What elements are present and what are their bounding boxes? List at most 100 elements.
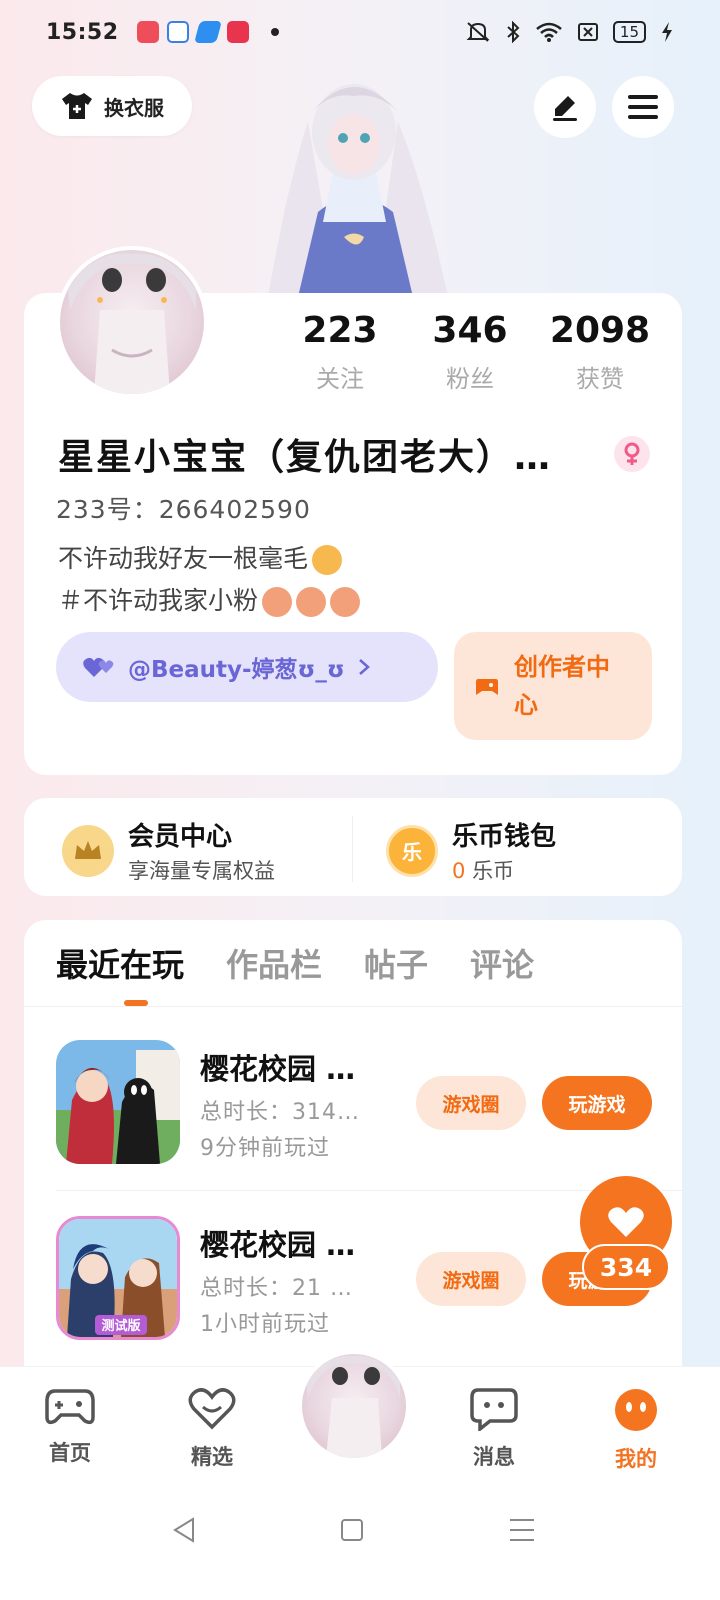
chevron-right-icon <box>358 659 370 675</box>
stat-fans[interactable]: 346 粉丝 <box>410 310 530 394</box>
divider <box>352 816 353 882</box>
angry-face-emoji-icon <box>312 545 343 575</box>
menu-button[interactable] <box>612 76 674 138</box>
content-tabs: 最近在玩 作品栏 帖子 评论 <box>56 940 534 986</box>
game-icon: 测试版 <box>56 1216 180 1340</box>
double-heart-icon <box>83 657 114 677</box>
more-notifications-dot <box>270 28 279 36</box>
membership-wallet-card: 会员中心 享海量专属权益 乐 乐币钱包 0 乐币 <box>24 798 682 896</box>
profile-avatar[interactable] <box>56 246 208 398</box>
list-item[interactable]: 樱花校园 … 总时长：314… 9分钟前玩过 游戏圈 玩游戏 <box>56 1040 656 1164</box>
cursing-face-emoji-icon <box>296 587 327 617</box>
stat-label: 粉丝 <box>446 365 494 393</box>
nav-label: 我的 <box>615 1447 657 1471</box>
no-sim-icon <box>577 23 598 41</box>
nav-label: 消息 <box>473 1445 515 1469</box>
recents-lines-icon <box>510 1519 534 1541</box>
tshirt-icon <box>62 93 92 119</box>
system-back-button[interactable] <box>154 1510 214 1550</box>
fan-tag-label: @Beauty-婷葱ʊ_ʊ <box>128 657 345 683</box>
member-center-subtitle: 享海量专属权益 <box>128 859 275 883</box>
cursing-face-emoji-icon <box>330 587 361 617</box>
wallet-balance: 0 乐币 <box>452 855 556 885</box>
coin-wallet-entry[interactable]: 乐 乐币钱包 0 乐币 <box>386 816 556 885</box>
stat-value: 346 <box>432 310 508 351</box>
nav-featured[interactable]: 精选 <box>162 1387 262 1471</box>
wallet-title: 乐币钱包 <box>452 822 557 852</box>
creator-center-button[interactable]: 创作者中心 <box>454 632 652 740</box>
bio-line: 不许动我好友一根毫毛 <box>58 544 309 573</box>
change-outfit-button[interactable]: 换衣服 <box>32 76 192 136</box>
back-triangle-icon <box>173 1517 194 1543</box>
heart-outline-icon <box>188 1388 236 1430</box>
profile-nickname: 星星小宝宝（复仇团老大）… <box>58 437 553 478</box>
system-home-button[interactable] <box>322 1510 382 1550</box>
divider <box>56 1190 682 1191</box>
status-system-icons: 15 <box>465 21 674 43</box>
member-center-entry[interactable]: 会员中心 享海量专属权益 <box>62 816 275 885</box>
wallet-amount: 0 <box>452 859 466 883</box>
paw-app-icon <box>166 21 189 43</box>
crown-icon <box>62 824 114 877</box>
game-title: 樱花校园 … <box>200 1052 356 1086</box>
nav-center-avatar[interactable] <box>298 1350 410 1462</box>
screen-record-icon <box>136 21 159 43</box>
stat-label: 获赞 <box>576 365 624 393</box>
hamburger-menu-icon <box>628 95 658 119</box>
stat-value: 2098 <box>549 310 651 351</box>
charging-icon <box>662 22 672 42</box>
stat-following[interactable]: 223 关注 <box>280 310 400 394</box>
heart-icon <box>608 1207 644 1237</box>
status-notification-icons <box>136 21 279 43</box>
game-circle-button[interactable]: 游戏圈 <box>416 1076 526 1130</box>
video-app-icon <box>226 21 249 43</box>
stat-value: 223 <box>302 310 378 351</box>
change-outfit-label: 换衣服 <box>104 95 164 120</box>
tab-comments[interactable]: 评论 <box>470 940 534 986</box>
edit-profile-button[interactable] <box>534 76 596 138</box>
bio-line: ＃不许动我家小粉 <box>58 586 259 615</box>
wallet-unit: 乐币 <box>472 859 515 883</box>
creator-center-label: 创作者中心 <box>514 653 610 719</box>
female-gender-icon <box>614 436 650 472</box>
profile-bio: 不许动我好友一根毫毛 ＃不许动我家小粉 <box>58 538 361 622</box>
feather-app-icon <box>193 21 222 43</box>
system-recents-button[interactable] <box>492 1510 552 1550</box>
coin-icon: 乐 <box>386 824 438 877</box>
cursing-face-emoji-icon <box>262 587 293 617</box>
tab-recently-played[interactable]: 最近在玩 <box>56 940 184 986</box>
member-center-title: 会员中心 <box>128 822 233 852</box>
nav-label: 首页 <box>49 1441 91 1465</box>
user-id[interactable]: 233号：266402590 <box>56 490 311 526</box>
stat-likes[interactable]: 2098 获赞 <box>540 310 660 394</box>
game-total-duration: 总时长：314… <box>200 1100 360 1125</box>
game-circle-button[interactable]: 游戏圈 <box>416 1252 526 1306</box>
stat-label: 关注 <box>316 365 364 393</box>
divider <box>24 1006 682 1007</box>
tab-posts[interactable]: 帖子 <box>364 940 428 986</box>
nav-home[interactable]: 首页 <box>20 1387 120 1467</box>
tab-works[interactable]: 作品栏 <box>226 940 322 986</box>
game-last-played: 9分钟前玩过 <box>200 1136 330 1161</box>
bluetooth-icon <box>507 21 520 43</box>
profile-stats: 223 关注 346 粉丝 2098 获赞 <box>280 310 660 394</box>
nav-messages[interactable]: 消息 <box>444 1387 544 1471</box>
battery-indicator: 15 <box>612 21 646 43</box>
nav-mine[interactable]: 我的 <box>586 1387 686 1473</box>
chat-icon <box>470 1388 518 1433</box>
game-total-duration: 总时长：21 … <box>200 1276 353 1301</box>
game-icon <box>56 1040 180 1164</box>
game-title: 樱花校园 … <box>200 1228 356 1262</box>
list-item[interactable]: 测试版 樱花校园 … 总时长：21 … 1小时前玩过 游戏圈 玩游戏 <box>56 1216 656 1340</box>
gamepad-icon <box>45 1389 95 1425</box>
fan-group-tag[interactable]: @Beauty-婷葱ʊ_ʊ <box>56 632 438 702</box>
game-last-played: 1小时前玩过 <box>200 1312 330 1337</box>
face-icon <box>615 1389 657 1431</box>
nav-label: 精选 <box>191 1445 233 1469</box>
system-navigation-bar <box>0 1476 720 1600</box>
avatar-3d-character[interactable] <box>248 62 460 297</box>
play-game-button[interactable]: 玩游戏 <box>542 1076 652 1130</box>
status-bar: 15:52 15 <box>0 0 720 64</box>
home-square-icon <box>341 1519 363 1541</box>
pen-icon <box>553 96 577 121</box>
